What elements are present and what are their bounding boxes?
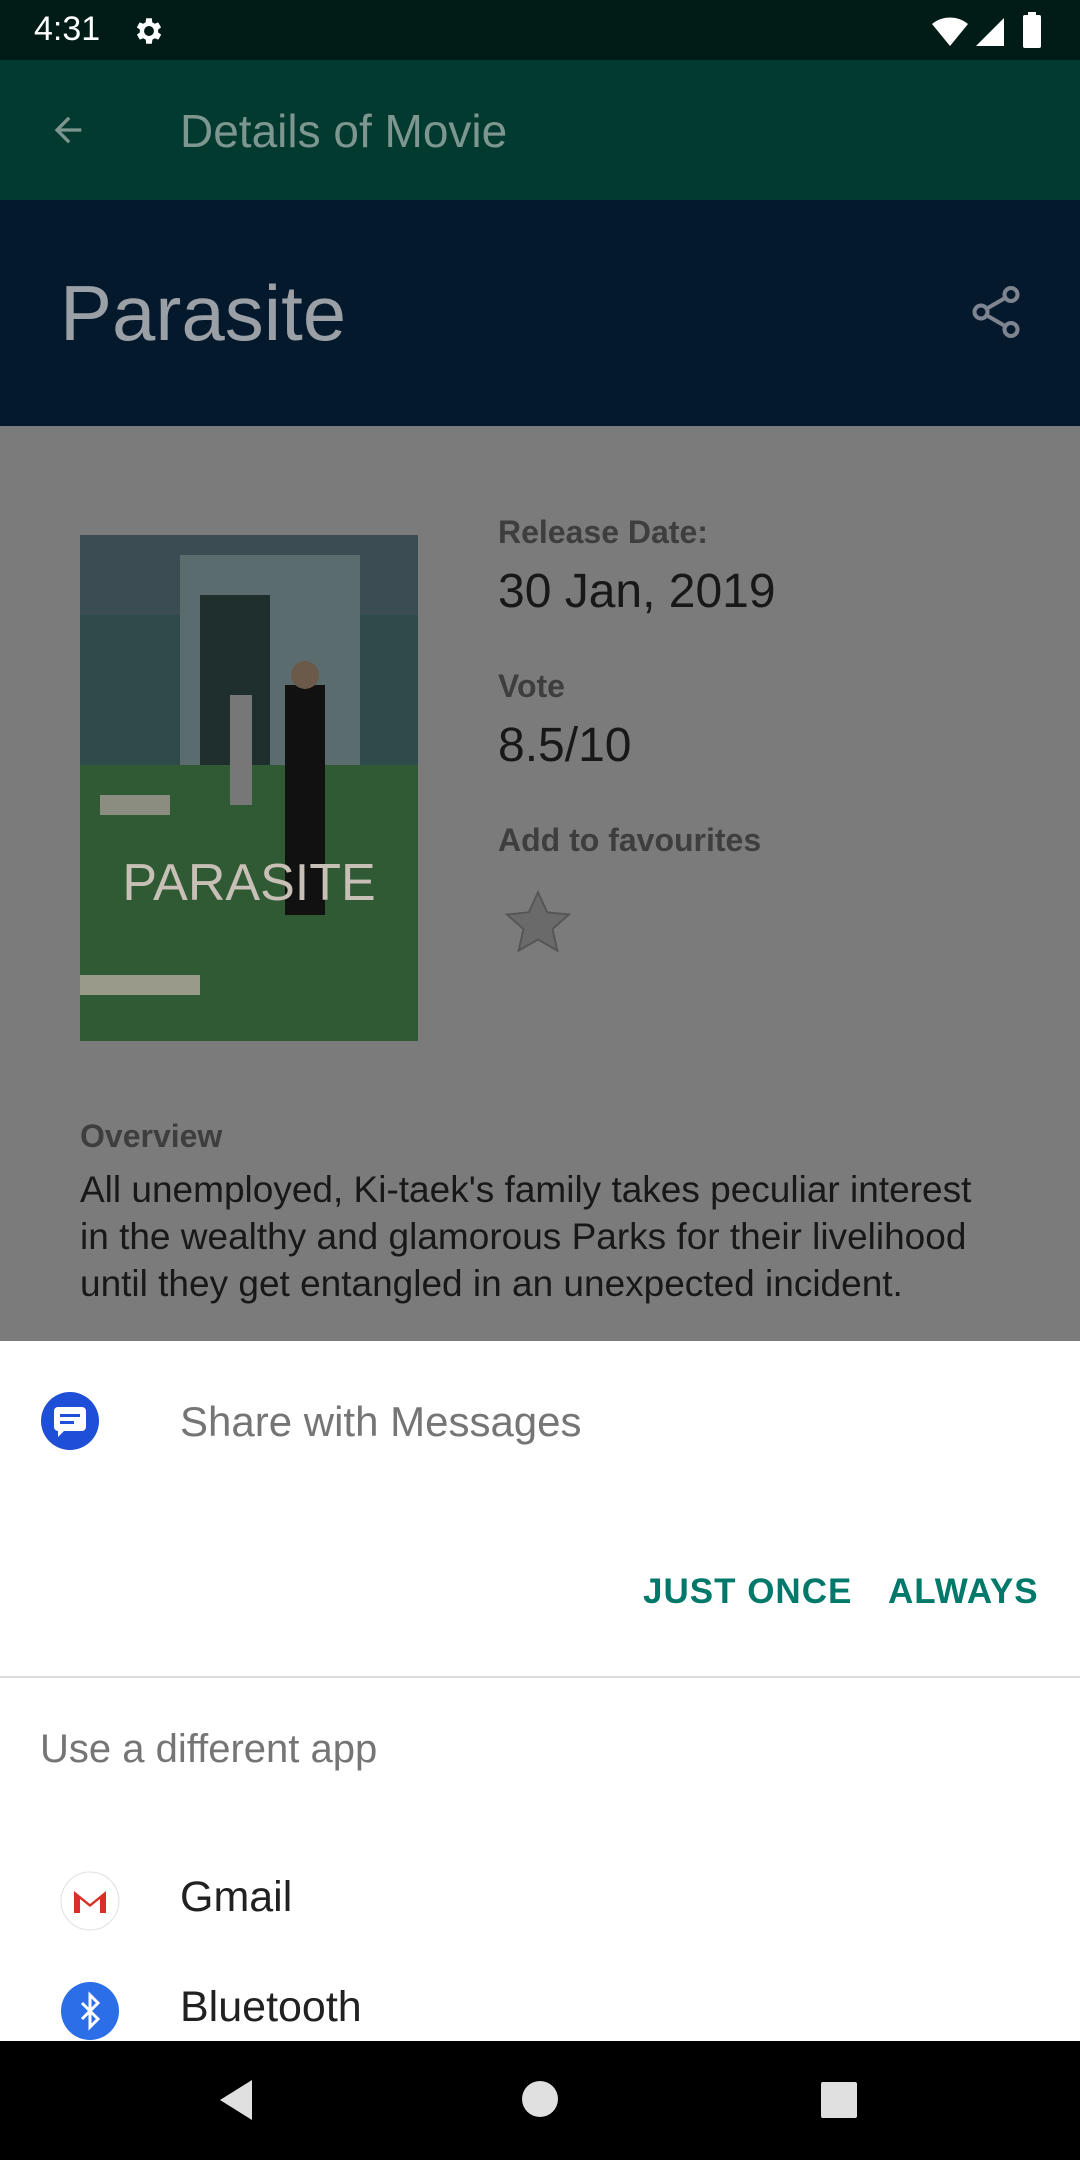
favourites-label: Add to favourites (498, 822, 762, 858)
signal-icon (976, 18, 1004, 46)
different-app-label: Use a different app (40, 1727, 378, 1771)
back-arrow-icon[interactable] (46, 110, 90, 150)
sheet-divider (0, 1676, 1080, 1678)
vote-label: Vote (498, 668, 565, 704)
app-item-bluetooth[interactable]: Bluetooth (0, 1977, 1080, 2041)
battery-icon (1023, 12, 1041, 48)
nav-recents-icon[interactable] (820, 2081, 858, 2119)
app-label-bluetooth: Bluetooth (180, 1983, 362, 2031)
poster-title: PARASITE (122, 854, 375, 912)
movie-details: PARASITE Release Date: 30 Jan, 2019 Vote… (0, 426, 1080, 1341)
app-toolbar: Details of Movie (0, 60, 1080, 200)
star-icon[interactable] (500, 886, 576, 962)
settings-icon (136, 18, 162, 44)
movie-poster: PARASITE (80, 535, 418, 1041)
app-label-gmail: Gmail (180, 1873, 293, 1921)
navigation-bar (0, 2041, 1080, 2160)
overview-text: All unemployed, Ki-taek's family takes p… (80, 1169, 972, 1304)
vote-value: 8.5/10 (498, 719, 632, 772)
nav-home-icon[interactable] (520, 2079, 560, 2119)
overview-label: Overview (80, 1118, 223, 1154)
bluetooth-icon (61, 1982, 119, 2040)
messages-icon (41, 1392, 99, 1450)
gmail-icon (60, 1871, 120, 1931)
movie-header: Parasite (0, 200, 1080, 426)
always-button[interactable]: ALWAYS (888, 1572, 1039, 1612)
release-date-value: 30 Jan, 2019 (498, 565, 776, 618)
share-icon[interactable] (966, 282, 1026, 342)
status-time: 4:31 (34, 10, 101, 48)
nav-back-icon[interactable] (216, 2078, 256, 2122)
share-sheet: Share with Messages JUST ONCE ALWAYS Use… (0, 1341, 1080, 2041)
release-date-label: Release Date: (498, 514, 708, 550)
app-item-gmail[interactable]: Gmail (0, 1841, 1080, 1961)
movie-title: Parasite (60, 269, 347, 357)
just-once-button[interactable]: JUST ONCE (643, 1572, 852, 1612)
share-sheet-title: Share with Messages (180, 1398, 582, 1445)
status-bar: 4:31 (0, 0, 1080, 60)
toolbar-title: Details of Movie (180, 105, 508, 157)
wifi-icon (932, 17, 968, 46)
